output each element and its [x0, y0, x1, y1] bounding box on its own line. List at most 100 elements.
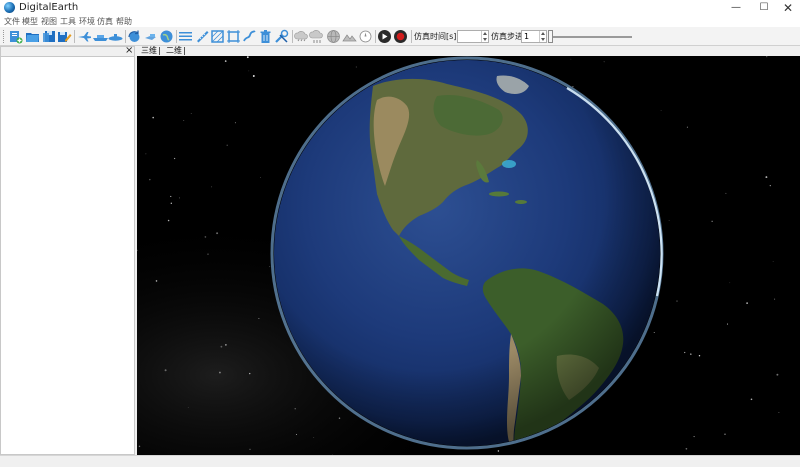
star — [179, 197, 180, 199]
tab-3d[interactable]: 三维 — [141, 46, 157, 56]
star — [774, 298, 776, 300]
star — [769, 184, 771, 187]
star — [187, 407, 189, 408]
star — [183, 120, 185, 121]
star — [249, 372, 251, 375]
aircraft-icon[interactable] — [77, 29, 92, 44]
menu-simulation[interactable]: 仿真 — [97, 16, 113, 27]
submarine-icon[interactable] — [108, 29, 123, 44]
sim-time-label: 仿真时间[s]: — [414, 32, 460, 41]
star — [355, 66, 357, 68]
tools-icon[interactable] — [274, 29, 289, 44]
star — [173, 157, 176, 160]
star — [170, 195, 172, 197]
menu-file[interactable]: 文件 — [4, 16, 20, 27]
star — [684, 351, 686, 354]
sim-step-field[interactable]: 1 — [521, 30, 547, 43]
menu-tools[interactable]: 工具 — [60, 16, 76, 27]
star — [155, 280, 158, 282]
window-title: DigitalEarth — [19, 2, 79, 13]
star — [338, 417, 341, 419]
rain-icon[interactable] — [309, 29, 324, 44]
star — [313, 437, 315, 438]
open-folder-icon[interactable] — [25, 29, 40, 44]
star — [668, 220, 670, 221]
star — [204, 236, 207, 238]
toolbar-separator — [125, 30, 126, 43]
record-icon[interactable] — [393, 29, 408, 44]
save-as-icon[interactable] — [57, 29, 72, 44]
toolbar-separator — [74, 30, 75, 43]
star — [766, 56, 768, 58]
close-icon[interactable]: ✕ — [776, 0, 800, 16]
menu-bar: 文件 模型 视图 工具 环境 仿真 帮助 — [0, 16, 800, 27]
star — [772, 260, 774, 262]
tab-2d[interactable]: 二维 — [166, 46, 182, 56]
ship-icon[interactable] — [93, 29, 108, 44]
satellite-icon[interactable] — [143, 29, 158, 44]
area-icon[interactable] — [210, 29, 225, 44]
route-icon[interactable] — [242, 29, 257, 44]
menu-environment[interactable]: 环境 — [79, 16, 95, 27]
star — [570, 58, 572, 60]
star — [260, 176, 261, 178]
menu-view[interactable]: 视图 — [41, 16, 57, 27]
add-model-icon[interactable] — [8, 29, 23, 44]
toolbar-grip[interactable] — [3, 30, 5, 43]
star — [497, 450, 500, 452]
star — [776, 373, 779, 376]
cloud-icon[interactable] — [294, 29, 309, 44]
maximize-icon[interactable]: ☐ — [752, 0, 776, 16]
status-bar — [0, 455, 800, 467]
star — [269, 266, 271, 268]
star — [676, 300, 678, 302]
star — [138, 445, 141, 448]
globe-viewport[interactable] — [137, 56, 800, 455]
ruler-icon[interactable] — [195, 29, 210, 44]
terrain-icon[interactable] — [342, 29, 357, 44]
toolbar-separator — [375, 30, 376, 43]
toolbar-separator — [411, 30, 412, 43]
panel-close-icon[interactable]: × — [125, 45, 133, 57]
star — [778, 412, 780, 413]
star — [226, 144, 228, 146]
sim-time-spinner[interactable] — [481, 31, 488, 42]
star — [685, 447, 688, 450]
sphere-icon[interactable] — [326, 29, 341, 44]
sim-step-spinner[interactable] — [539, 31, 546, 42]
grid-lines-icon[interactable] — [178, 29, 193, 44]
star — [750, 398, 753, 401]
globe-refresh-icon[interactable] — [127, 29, 142, 44]
star — [248, 70, 250, 72]
globe-app-icon — [4, 2, 15, 13]
star — [224, 60, 227, 62]
sim-time-field[interactable] — [457, 30, 489, 43]
compass-icon[interactable] — [358, 29, 373, 44]
menu-help[interactable]: 帮助 — [116, 16, 132, 27]
sim-speed-slider-thumb[interactable] — [548, 30, 553, 43]
minimize-icon[interactable]: — — [724, 0, 748, 16]
globe-render[interactable] — [137, 56, 800, 455]
panel-header: × — [1, 45, 134, 57]
tab-separator — [184, 47, 185, 55]
star — [660, 110, 662, 111]
frame-icon[interactable] — [226, 29, 241, 44]
play-icon[interactable] — [377, 29, 392, 44]
view-tabs: 三维 二维 — [137, 46, 800, 56]
star — [216, 232, 219, 235]
star — [572, 85, 574, 88]
star — [294, 408, 296, 410]
star — [164, 369, 167, 372]
save-icon[interactable] — [42, 29, 57, 44]
sim-speed-slider-track[interactable] — [552, 36, 632, 38]
main-toolbar: 仿真时间[s]: 仿真步进: 1 — [0, 27, 800, 46]
toolbar-separator — [176, 30, 177, 43]
globe-shading — [274, 60, 660, 446]
menu-model[interactable]: 模型 — [22, 16, 38, 27]
star — [145, 153, 147, 155]
delete-icon[interactable] — [258, 29, 273, 44]
tab-separator — [159, 47, 160, 55]
star — [746, 302, 748, 304]
earth-icon[interactable] — [159, 29, 174, 44]
app-window: DigitalEarth — ☐ ✕ 文件 模型 视图 工具 环境 仿真 帮助 — [0, 0, 800, 467]
